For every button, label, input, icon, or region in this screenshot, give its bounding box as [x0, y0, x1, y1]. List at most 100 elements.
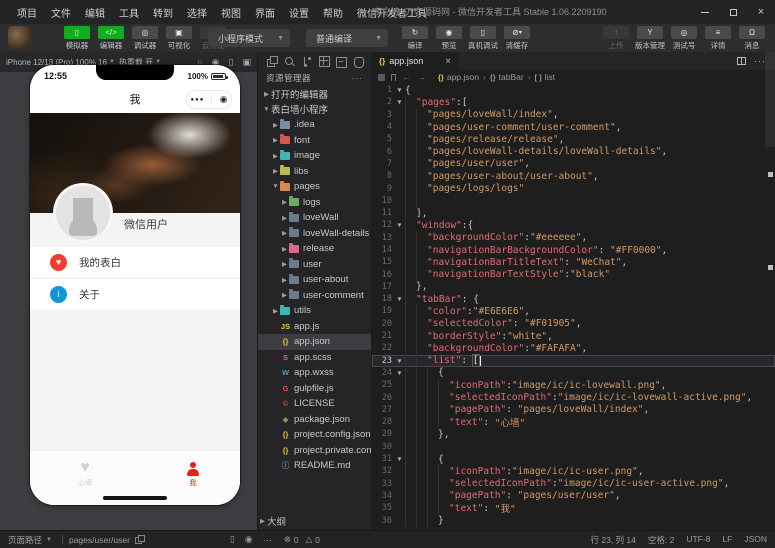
tree-item-loveWall-details[interactable]: ▶ loveWall-details — [258, 226, 371, 242]
wechat-capsule[interactable]: ●●● ◉ — [186, 90, 232, 109]
code-line-33[interactable]: 33 "selectedIconPath": "image/ic/ic-user-a… — [372, 477, 775, 490]
fold-chevron-icon[interactable]: ▼ — [394, 455, 405, 463]
tree-item-project.private.config.js...[interactable]: {} project.private.config.js... — [258, 443, 371, 459]
code-line-27[interactable]: 27 "pagePath": "pages/loveWall/index", — [372, 403, 775, 417]
action-eye-button[interactable]: ◉ 预览 — [432, 26, 466, 51]
menu-item-my-confessions[interactable]: ♥ 我的表白 — [30, 247, 240, 277]
code-line-17[interactable]: 17}, — [372, 280, 775, 294]
user-avatar[interactable] — [8, 26, 32, 50]
tree-item-package.json[interactable]: ◆ package.json — [258, 412, 371, 428]
tree-item-LICENSE[interactable]: © LICENSE — [258, 396, 371, 412]
tree-item-app.scss[interactable]: Sapp.scss — [258, 350, 371, 366]
preview-eye-icon[interactable]: ◉ — [245, 534, 253, 545]
code-line-9[interactable]: 9 "pages/logs/logs" — [372, 182, 775, 195]
tree-item-gulpfile.js[interactable]: Ggulpfile.js — [258, 381, 371, 397]
menu-item-1[interactable]: 文件 — [44, 5, 78, 20]
breadcrumb-segment-app.json[interactable]: {} app.json — [438, 72, 479, 82]
menu-item-2[interactable]: 编辑 — [78, 5, 112, 20]
code-line-20[interactable]: 20 "selectedColor": "#F01905", — [372, 317, 775, 330]
menu-item-6[interactable]: 视图 — [214, 5, 248, 20]
code-line-6[interactable]: 6 "pages/loveWall-details/loveWall-detail… — [372, 145, 775, 158]
menu-item-about[interactable]: i 关于 — [30, 279, 240, 309]
project-details-button[interactable]: ≡ 详情 — [701, 26, 735, 51]
more-actions-icon[interactable]: ··· — [352, 73, 364, 83]
action-device-button[interactable]: ▯ 真机调试 — [466, 26, 500, 51]
view-code-button[interactable]: </> 编辑器 — [94, 26, 128, 51]
code-line-5[interactable]: 5 "pages/release/release", — [372, 133, 775, 146]
code-line-13[interactable]: 13 "backgroundColor": "#eeeeee", — [372, 231, 775, 244]
tree-item-[interactable]: ▶ 打开的编辑器 — [258, 86, 371, 102]
close-button[interactable]: × — [747, 0, 775, 24]
view-phone-button[interactable]: ▯ 模拟器 — [60, 26, 94, 51]
tree-item-project.config.json[interactable]: {} project.config.json — [258, 427, 371, 443]
tree-item-user[interactable]: ▶ user — [258, 257, 371, 273]
code-line-10[interactable]: 10 — [372, 194, 775, 207]
code-line-12[interactable]: 12 ▼ "window":{ — [372, 219, 775, 232]
more-dots-icon[interactable]: ··· — [263, 535, 272, 545]
breadcrumb-segment-list[interactable]: [ ] list — [535, 72, 555, 82]
project-branch-button[interactable]: Y 版本管理 — [633, 26, 667, 51]
tab-app-json[interactable]: {} app.json × — [372, 52, 458, 70]
compile-dropdown[interactable]: 普通编译 ▼ — [306, 29, 388, 47]
tree-item-user-about[interactable]: ▶ user-about — [258, 272, 371, 288]
menu-item-4[interactable]: 转到 — [146, 5, 180, 20]
tree-item-loveWall[interactable]: ▶ loveWall — [258, 210, 371, 226]
code-line-11[interactable]: 11], — [372, 206, 775, 220]
tree-item-libs[interactable]: ▶ libs — [258, 164, 371, 180]
windows-icon[interactable]: ▣ — [242, 57, 251, 68]
project-test-button[interactable]: ◎ 测试号 — [667, 26, 701, 51]
hand-icon[interactable] — [353, 56, 365, 68]
code-line-25[interactable]: 25 "iconPath": "image/ic/ic-lovewall.png", — [372, 379, 775, 392]
code-line-24[interactable]: 24 ▼ { — [372, 366, 775, 380]
more-dots-icon[interactable]: ●●● — [191, 97, 205, 103]
code-line-34[interactable]: 34 "pagePath": "pages/user/user", — [372, 489, 775, 503]
tree-item-image[interactable]: ▶ image — [258, 148, 371, 164]
tree-item-user-comment[interactable]: ▶ user-comment — [258, 288, 371, 304]
menu-item-3[interactable]: 工具 — [112, 5, 146, 20]
code-line-21[interactable]: 21 "borderStyle": "white", — [372, 329, 775, 343]
fold-chevron-icon[interactable]: ▼ — [394, 369, 405, 377]
action-refresh-button[interactable]: ↻ 编译 — [398, 26, 432, 51]
tree-item-README.md[interactable]: ⓘ README.md — [258, 458, 371, 474]
outline-toggle-icon[interactable] — [378, 73, 385, 81]
menu-item-8[interactable]: 设置 — [282, 5, 316, 20]
fold-chevron-icon[interactable]: ▼ — [394, 295, 405, 303]
code-line-8[interactable]: 8 "pages/user-about/user-about", — [372, 170, 775, 183]
tree-item-[interactable]: ▼ 表白墙小程序 — [258, 102, 371, 118]
menu-item-9[interactable]: 帮助 — [316, 5, 350, 20]
menu-item-5[interactable]: 选择 — [180, 5, 214, 20]
package-icon[interactable] — [335, 56, 347, 68]
code-line-30[interactable]: 30 — [372, 440, 775, 453]
menu-item-7[interactable]: 界面 — [248, 5, 282, 20]
tree-item-app.json[interactable]: {} app.json — [258, 334, 371, 350]
fold-chevron-icon[interactable]: ▼ — [394, 357, 405, 365]
maximize-button[interactable] — [719, 0, 747, 24]
tree-item-font[interactable]: ▶ font — [258, 133, 371, 149]
status-item-1[interactable]: 空格: 2 — [648, 534, 674, 546]
bookmark-icon[interactable] — [391, 73, 396, 81]
tree-item-.idea[interactable]: ▶ .idea — [258, 117, 371, 133]
code-line-36[interactable]: 36} — [372, 514, 775, 527]
fold-chevron-icon[interactable]: ▼ — [394, 221, 405, 229]
breadcrumb-segment-tabBar[interactable]: {} tabBar — [490, 72, 524, 82]
code-line-29[interactable]: 29}, — [372, 428, 775, 441]
code-line-2[interactable]: 2 ▼ "pages":[ — [372, 96, 775, 109]
search-icon[interactable] — [284, 56, 294, 67]
code-line-16[interactable]: 16 "navigationBarTextStyle": "black" — [372, 268, 775, 281]
code-line-3[interactable]: 3 "pages/loveWall/index", — [372, 108, 775, 121]
action-cache-button[interactable]: ⊘ ▾ 清缓存 — [500, 26, 534, 51]
outline-section[interactable]: ▶ 大纲 — [258, 513, 371, 528]
code-editor[interactable]: 1 ▼{2 ▼ "pages":[3 "pages/loveWall/index", 4 "… — [372, 84, 775, 530]
tab-lovewall[interactable]: ♥ 心墙 — [60, 458, 110, 488]
extensions-icon[interactable] — [318, 55, 330, 67]
close-tab-icon[interactable]: × — [445, 56, 451, 67]
code-line-28[interactable]: 28 "text": "心墙" — [372, 416, 775, 429]
copy-icon[interactable] — [134, 535, 145, 544]
tree-item-app.js[interactable]: JS app.js — [258, 319, 371, 335]
status-item-0[interactable]: 行 23, 列 14 — [591, 534, 636, 546]
code-line-4[interactable]: 4 "pages/user-comment/user-comment", — [372, 120, 775, 134]
status-item-3[interactable]: LF — [722, 534, 732, 546]
project-bell-button[interactable]: Ω 消息 — [735, 26, 769, 51]
close-target-icon[interactable]: ◉ — [220, 95, 228, 104]
back-arrow-icon[interactable]: ← — [402, 72, 411, 82]
